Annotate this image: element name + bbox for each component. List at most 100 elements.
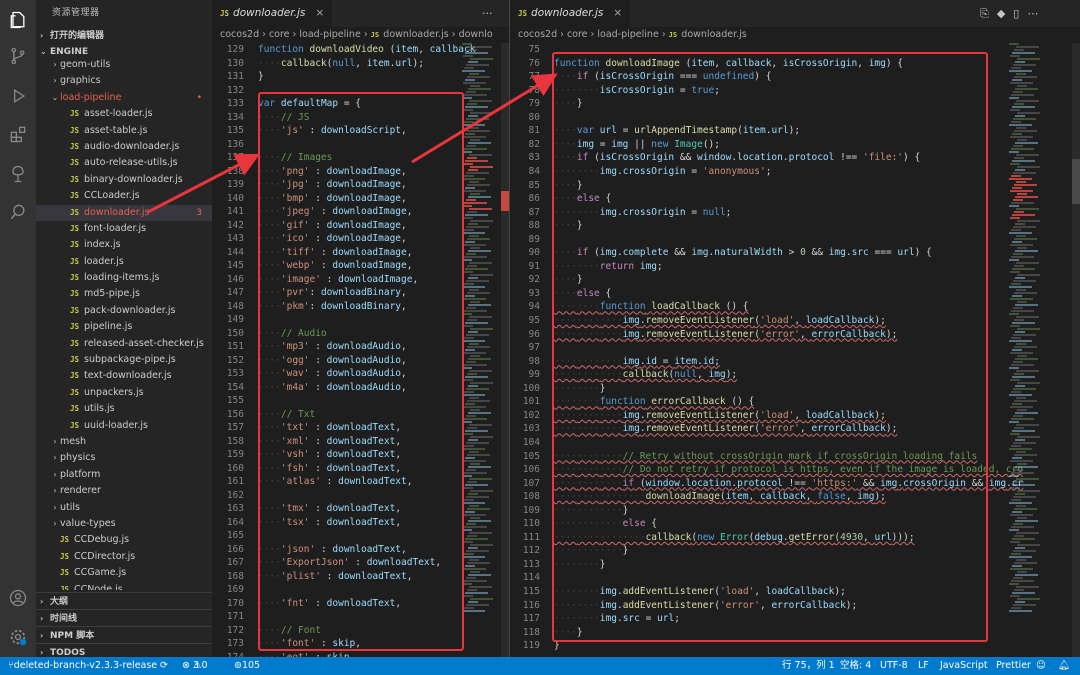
extensions-icon[interactable] — [6, 122, 30, 146]
left-tab-downloader[interactable]: JS downloader.js × — [212, 0, 333, 27]
tree-file[interactable]: JS text-downloader.js — [36, 368, 212, 384]
tree-file[interactable]: JS CCGame.js — [36, 565, 212, 581]
tree-file[interactable]: JS md5-pipe.js — [36, 286, 212, 302]
sync-icon[interactable]: ⟳ — [160, 657, 168, 675]
run-debug-icon[interactable] — [6, 84, 30, 108]
breadcrumb-item[interactable]: downloader.js — [383, 29, 448, 40]
tree-item-label: font-loader.js — [84, 222, 147, 234]
tree-folder[interactable]: › platform — [36, 467, 212, 483]
tree-file[interactable]: JS CCDirector.js — [36, 549, 212, 565]
minimap-line — [1016, 505, 1026, 507]
ports-indicator[interactable]: ⊚ 105 — [234, 657, 260, 675]
minimap-line — [463, 109, 473, 111]
tree-file[interactable]: JS pack-downloader.js — [36, 303, 212, 319]
line-number: 140 — [226, 192, 244, 204]
split-editor-icon[interactable]: ▯ — [1013, 7, 1027, 20]
code-line: function downloadVideo (item, callback — [258, 44, 476, 55]
problems-indicator[interactable]: ⊗ 3 ⚠ 0 — [182, 657, 208, 675]
code-line: ····'tsx' : downloadText, — [258, 516, 402, 528]
line-number: 173 — [226, 638, 244, 649]
tree-file[interactable]: JS CCNode.js — [36, 582, 212, 591]
right-tab-downloader[interactable]: JS downloader.js × — [510, 0, 631, 27]
tree-file[interactable]: JS audio-downloader.js — [36, 139, 212, 155]
tree-file[interactable]: JS released-asset-checker.js — [36, 336, 212, 352]
tree-file[interactable]: JS auto-release-utils.js — [36, 155, 212, 171]
cursor-position[interactable]: 行 75，列 1 — [782, 657, 835, 675]
tree-file[interactable]: JS font-loader.js — [36, 221, 212, 237]
sidebar-section-0[interactable]: › 大纲 — [36, 593, 212, 610]
minimap-line — [465, 430, 488, 432]
tree-file[interactable]: JS downloader.js 3 — [36, 204, 212, 221]
minimap-line — [462, 205, 472, 207]
indentation[interactable]: 空格: 4 — [840, 657, 871, 675]
tree-folder[interactable]: › value-types — [36, 516, 212, 532]
minimap-line — [464, 67, 474, 69]
sidebar-section-3[interactable]: › TODOS — [36, 644, 212, 657]
right-scrollbar[interactable] — [1072, 43, 1080, 657]
notifications-icon[interactable]: 🔔︎ — [1058, 657, 1070, 675]
open-editors-section[interactable]: › 打开的编辑器 — [36, 27, 212, 44]
breadcrumb-item[interactable]: core — [269, 29, 290, 40]
tree-folder[interactable]: ⌄ load-pipeline • — [36, 90, 212, 106]
search-icon[interactable] — [6, 200, 30, 224]
tree-file[interactable]: JS asset-table.js — [36, 123, 212, 139]
tree-folder[interactable]: › utils — [36, 500, 212, 516]
breadcrumb-item[interactable]: cocos2d — [518, 29, 557, 40]
tree-folder[interactable]: › graphics — [36, 73, 212, 89]
more-actions-icon[interactable]: ⋯ — [1027, 7, 1046, 20]
tree-file[interactable]: JS asset-loader.js — [36, 106, 212, 122]
right-code-area[interactable]: 75 76 function downloadImage (item, callba… — [510, 44, 1080, 657]
breadcrumb-item[interactable]: load-pipeline — [299, 29, 360, 40]
close-icon[interactable]: × — [315, 7, 324, 19]
tree-file[interactable]: JS subpackage-pipe.js — [36, 352, 212, 368]
right-minimap[interactable] — [1005, 43, 1053, 657]
tree-folder[interactable]: › geom-utils — [36, 57, 212, 73]
account-icon[interactable] — [6, 586, 30, 610]
sidebar-section-1[interactable]: › 时间线 — [36, 610, 212, 627]
tree-file[interactable]: JS uuid-loader.js — [36, 418, 212, 434]
minimap-line — [463, 541, 473, 543]
left-scrollbar[interactable] — [501, 43, 509, 657]
source-control-icon[interactable] — [6, 44, 30, 68]
compare-icon[interactable]: ⎘ — [980, 7, 997, 20]
tree-folder[interactable]: › renderer — [36, 483, 212, 499]
remote-icon[interactable] — [6, 162, 30, 186]
tree-file[interactable]: JS pipeline.js — [36, 319, 212, 335]
tree-folder[interactable]: › physics — [36, 450, 212, 466]
breadcrumb-item[interactable]: load-pipeline — [597, 29, 658, 40]
tree-file[interactable]: JS loading-items.js — [36, 270, 212, 286]
tree-file[interactable]: JS CCLoader.js — [36, 188, 212, 204]
line-number: 158 — [226, 435, 244, 447]
tree-folder[interactable]: › mesh — [36, 434, 212, 450]
close-icon[interactable]: × — [613, 7, 622, 19]
breadcrumb-item[interactable]: downlo — [459, 29, 493, 40]
breadcrumb-item[interactable]: downloader.js — [681, 29, 746, 40]
files-icon[interactable] — [6, 8, 30, 32]
more-actions-icon[interactable]: ··· — [482, 0, 493, 27]
tree-file[interactable]: JS unpackers.js — [36, 385, 212, 401]
breadcrumb-item[interactable]: cocos2d — [220, 29, 259, 40]
language-mode[interactable]: JavaScript — [940, 657, 988, 675]
code-line: ····'m4a' : downloadAudio, — [258, 381, 407, 393]
git-icon[interactable]: ◆ — [997, 7, 1013, 20]
branch-indicator[interactable]: ⑂ deleted-branch-v2.3.3-release — [8, 657, 157, 675]
scrollbar-thumb[interactable] — [1072, 159, 1080, 204]
breadcrumb-item[interactable]: core — [567, 29, 588, 40]
tree-file[interactable]: JS CCDebug.js — [36, 532, 212, 548]
sidebar-section-2[interactable]: › NPM 脚本 — [36, 627, 212, 644]
left-minimap[interactable] — [458, 43, 506, 657]
tree-file[interactable]: JS binary-downloader.js — [36, 172, 212, 188]
minimap-line — [468, 601, 478, 603]
encoding[interactable]: UTF-8 — [880, 657, 908, 675]
tree-file[interactable]: JS index.js — [36, 237, 212, 253]
tree-file[interactable]: JS loader.js — [36, 254, 212, 270]
code-line: ····'json' : downloadText, — [258, 543, 407, 555]
right-editor: JS downloader.js × ⎘◆▯⋯ cocos2d › core › l… — [510, 0, 1080, 657]
formatter[interactable]: Prettier — [996, 657, 1031, 675]
eol[interactable]: LF — [918, 657, 929, 675]
line-number: 110 — [522, 518, 540, 530]
feedback-icon[interactable]: ☺ — [1036, 657, 1046, 675]
tree-file[interactable]: JS utils.js — [36, 401, 212, 417]
minimap-line — [470, 301, 480, 303]
settings-icon[interactable] — [6, 625, 30, 649]
